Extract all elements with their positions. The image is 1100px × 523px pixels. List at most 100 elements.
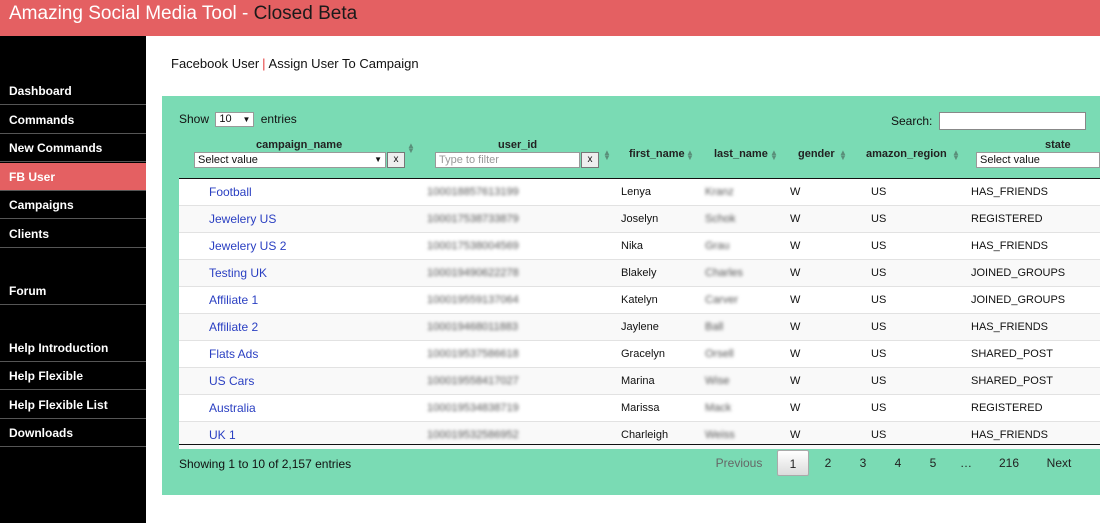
state-cell: JOINED_GROUPS bbox=[971, 294, 1066, 306]
campaign-name-link[interactable]: Affiliate 1 bbox=[209, 287, 258, 313]
campaign-name-link[interactable]: Testing UK bbox=[209, 260, 267, 286]
gender-cell: W bbox=[790, 321, 801, 333]
user-id-cell: 100017538733879 bbox=[427, 213, 519, 225]
region-cell: US bbox=[871, 267, 887, 279]
pagination-previous[interactable]: Previous bbox=[710, 450, 768, 476]
campaign-filter-clear-button[interactable]: x bbox=[387, 152, 405, 168]
sidebar-item-help-flexible-list[interactable]: Help Flexible List bbox=[0, 391, 146, 419]
entries-label: entries bbox=[260, 112, 297, 126]
sidebar-item-new-commands[interactable]: New Commands bbox=[0, 134, 146, 162]
gender-cell: W bbox=[790, 186, 801, 198]
campaign-name-link[interactable]: Affiliate 2 bbox=[209, 314, 258, 340]
campaign-name-link[interactable]: Flats Ads bbox=[209, 341, 258, 367]
campaign-name-link[interactable]: Football bbox=[209, 179, 252, 205]
search-input[interactable] bbox=[939, 112, 1086, 130]
state-cell: JOINED_GROUPS bbox=[971, 267, 1066, 279]
beta-label: Closed Beta bbox=[253, 3, 358, 24]
sort-icon: ▲ ▼ bbox=[603, 148, 611, 162]
campaign-name-link[interactable]: Australia bbox=[209, 395, 256, 421]
first-name-cell: Lenya bbox=[621, 186, 651, 198]
sort-icon: ▲ ▼ bbox=[686, 148, 694, 162]
user-id-filter-input[interactable]: Type to filter bbox=[435, 152, 580, 168]
campaign-name-link[interactable]: Jewelery US 2 bbox=[209, 233, 286, 259]
region-cell: US bbox=[871, 294, 887, 306]
sort-icon: ▲ ▼ bbox=[770, 148, 778, 162]
sidebar-item-help-flexible[interactable]: Help Flexible bbox=[0, 362, 146, 390]
state-filter-value: Select value bbox=[980, 154, 1040, 166]
sidebar-item-forum[interactable]: Forum bbox=[0, 277, 146, 305]
sort-icon: ▲ ▼ bbox=[839, 148, 847, 162]
state-cell: REGISTERED bbox=[971, 402, 1043, 414]
first-name-cell: Marissa bbox=[621, 402, 660, 414]
table-row: Australia 100019534838719 Marissa Mack W… bbox=[179, 395, 1100, 422]
search-label: Search: bbox=[891, 114, 933, 128]
state-filter-select[interactable]: Select value bbox=[976, 152, 1100, 168]
user-id-cell: 100019537586618 bbox=[427, 348, 519, 360]
entries-value: 10 bbox=[219, 113, 232, 126]
pagination-next[interactable]: Next bbox=[1039, 450, 1079, 476]
state-cell: REGISTERED bbox=[971, 213, 1043, 225]
sidebar-item-downloads[interactable]: Downloads bbox=[0, 419, 146, 447]
column-header-gender[interactable]: gender bbox=[798, 148, 835, 160]
last-name-cell: Orsell bbox=[705, 348, 734, 360]
campaign-filter-select[interactable]: Select value ▼ bbox=[194, 152, 386, 168]
pagination-page-216[interactable]: 216 bbox=[991, 450, 1027, 476]
app-title: Amazing Social Media Tool - Closed Beta bbox=[9, 3, 357, 25]
sidebar-item-help-introduction[interactable]: Help Introduction bbox=[0, 334, 146, 362]
sort-icon: ▲ ▼ bbox=[407, 141, 415, 155]
sidebar-item-dashboard[interactable]: Dashboard bbox=[0, 77, 146, 105]
breadcrumb-parent[interactable]: Facebook User bbox=[171, 56, 259, 71]
data-table-panel: Show 10 ▼ entries Search: campaign_name ▲… bbox=[162, 96, 1100, 495]
table-row: Football 100018857613199 Lenya Kranz W U… bbox=[179, 179, 1100, 206]
user-id-cell: 100018857613199 bbox=[427, 186, 519, 198]
first-name-cell: Blakely bbox=[621, 267, 657, 279]
column-header-amazon-region[interactable]: amazon_region bbox=[866, 148, 947, 160]
top-bar: Amazing Social Media Tool - Closed Beta bbox=[0, 0, 1100, 36]
table-row: Jewelery US 2 100017538004569 Nika Grau … bbox=[179, 233, 1100, 260]
sidebar-item-commands[interactable]: Commands bbox=[0, 106, 146, 134]
table-row: Affiliate 2 100019468011883 Jaylene Ball… bbox=[179, 314, 1100, 341]
entries-select[interactable]: 10 ▼ bbox=[215, 112, 255, 128]
region-cell: US bbox=[871, 402, 887, 414]
table-info: Showing 1 to 10 of 2,157 entries bbox=[179, 457, 352, 471]
pagination-page-5[interactable]: 5 bbox=[919, 450, 947, 476]
column-header-campaign-name[interactable]: campaign_name bbox=[256, 139, 342, 151]
pagination-page-3[interactable]: 3 bbox=[849, 450, 877, 476]
state-cell: SHARED_POST bbox=[971, 375, 1053, 387]
breadcrumb-current: Assign User To Campaign bbox=[268, 56, 419, 71]
region-cell: US bbox=[871, 240, 887, 252]
gender-cell: W bbox=[790, 240, 801, 252]
table-row: Affiliate 1 100019559137064 Katelyn Carv… bbox=[179, 287, 1100, 314]
campaign-name-link[interactable]: US Cars bbox=[209, 368, 254, 394]
gender-cell: W bbox=[790, 402, 801, 414]
pagination-page-4[interactable]: 4 bbox=[884, 450, 912, 476]
first-name-cell: Katelyn bbox=[621, 294, 658, 306]
breadcrumb: Facebook User | Assign User To Campaign bbox=[171, 56, 419, 71]
sidebar-item-clients[interactable]: Clients bbox=[0, 220, 146, 248]
state-cell: SHARED_POST bbox=[971, 348, 1053, 360]
pagination-page-1[interactable]: 1 bbox=[777, 450, 809, 476]
column-header-first-name[interactable]: first_name bbox=[629, 148, 685, 160]
sidebar-item-fb-user[interactable]: FB User bbox=[0, 163, 146, 191]
breadcrumb-separator: | bbox=[262, 56, 266, 71]
region-cell: US bbox=[871, 348, 887, 360]
caret-down-icon: ▼ bbox=[374, 155, 382, 164]
state-cell: HAS_FRIENDS bbox=[971, 321, 1049, 333]
sidebar: Dashboard Commands New Commands FB User … bbox=[0, 36, 146, 523]
column-header-state[interactable]: state bbox=[1045, 139, 1071, 151]
sidebar-item-campaigns[interactable]: Campaigns bbox=[0, 191, 146, 219]
user-id-cell: 100019558417027 bbox=[427, 375, 519, 387]
region-cell: US bbox=[871, 186, 887, 198]
user-id-cell: 100019534838719 bbox=[427, 402, 519, 414]
user-id-cell: 100019468011883 bbox=[427, 321, 518, 333]
last-name-cell: Wise bbox=[705, 375, 730, 387]
column-header-user-id[interactable]: user_id bbox=[498, 139, 537, 151]
gender-cell: W bbox=[790, 294, 801, 306]
user-id-filter-clear-button[interactable]: x bbox=[581, 152, 599, 168]
first-name-cell: Gracelyn bbox=[621, 348, 666, 360]
first-name-cell: Nika bbox=[621, 240, 644, 252]
column-header-last-name[interactable]: last_name bbox=[714, 148, 768, 160]
pagination-page-2[interactable]: 2 bbox=[814, 450, 842, 476]
campaign-name-link[interactable]: Jewelery US bbox=[209, 206, 276, 232]
sort-icon: ▲ ▼ bbox=[952, 148, 960, 162]
